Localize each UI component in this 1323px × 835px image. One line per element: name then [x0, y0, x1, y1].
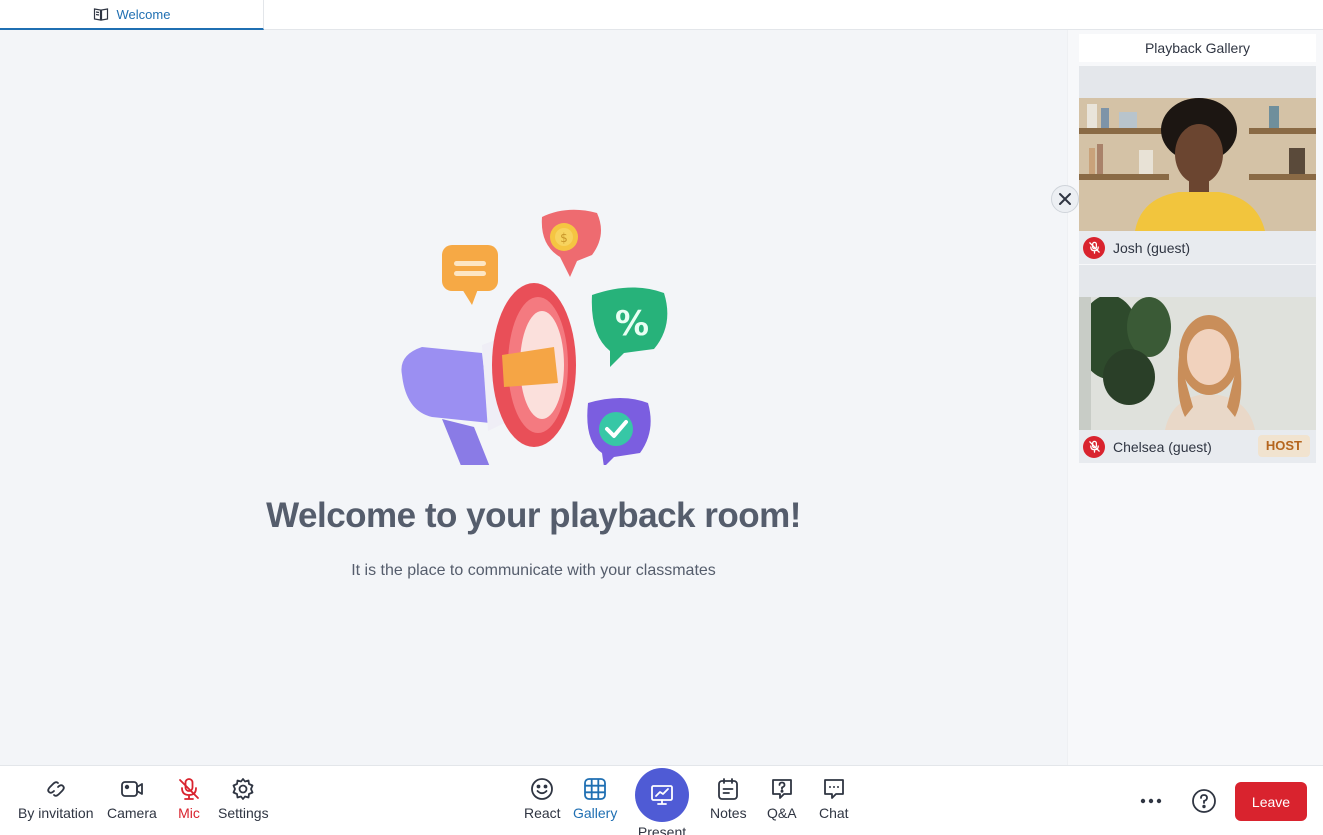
megaphone-icon [401, 283, 576, 465]
qa-label: Q&A [767, 805, 797, 821]
by-invitation-label: By invitation [18, 805, 94, 821]
camera-icon [120, 781, 143, 797]
mic-label: Mic [178, 805, 200, 821]
playback-gallery-panel: Playback Gallery Josh (guest) Chelsea (g… [1067, 30, 1323, 765]
mic-off-icon [1083, 236, 1105, 259]
qa-button[interactable]: Q&A [767, 776, 797, 821]
gear-icon [232, 778, 254, 800]
chat-label: Chat [819, 805, 849, 821]
participant-caption: Chelsea (guest) HOST [1079, 430, 1316, 463]
by-invitation-button[interactable]: By invitation [18, 776, 93, 821]
gallery-title: Playback Gallery [1079, 34, 1316, 62]
question-bubble-icon [771, 779, 792, 799]
help-button[interactable] [1191, 788, 1217, 814]
chat-button[interactable]: Chat [819, 776, 849, 821]
tab-welcome[interactable]: Welcome [0, 0, 264, 30]
camera-label: Camera [107, 805, 157, 821]
mic-button[interactable]: Mic [176, 776, 202, 821]
react-button[interactable]: React [524, 776, 561, 821]
settings-button[interactable]: Settings [218, 776, 269, 821]
gallery-label: Gallery [573, 805, 618, 821]
tab-label: Welcome [116, 6, 171, 22]
notes-icon [718, 778, 739, 800]
participant-caption: Josh (guest) [1079, 231, 1316, 264]
percent-bubble-icon: % [591, 287, 668, 367]
participant-video [1079, 98, 1316, 231]
welcome-title: Welcome to your playback room! [266, 496, 801, 535]
more-options-button[interactable] [1138, 788, 1164, 814]
book-icon [93, 8, 108, 21]
present-circle [635, 768, 689, 822]
notes-button[interactable]: Notes [710, 776, 747, 821]
host-badge: HOST [1257, 435, 1310, 457]
close-icon [1059, 193, 1071, 205]
leave-button[interactable]: Leave [1235, 782, 1307, 821]
presentation-icon [651, 785, 673, 805]
megaphone-illustration: $ % [401, 209, 668, 465]
coin-bubble-icon: $ [541, 209, 601, 277]
check-bubble-icon [587, 398, 651, 465]
settings-label: Settings [218, 805, 269, 821]
present-button[interactable]: Present [635, 768, 689, 835]
present-label: Present [637, 824, 687, 835]
notes-label: Notes [710, 805, 747, 821]
react-label: React [524, 805, 561, 821]
participant-name: Josh (guest) [1113, 239, 1191, 256]
grid-icon [584, 778, 607, 800]
svg-text:$: $ [560, 231, 568, 245]
chat-icon [823, 779, 844, 799]
speech-bubble-icon [442, 245, 498, 305]
participant-video [1079, 297, 1316, 430]
welcome-subtitle: It is the place to communicate with your… [351, 562, 716, 579]
camera-button[interactable]: Camera [107, 776, 157, 821]
participant-photo [1079, 297, 1316, 430]
mic-off-icon [179, 778, 199, 800]
help-icon [1192, 789, 1216, 813]
bottom-toolbar: By invitation Camera Mic Settings React … [0, 765, 1323, 835]
close-gallery-button[interactable] [1051, 185, 1079, 213]
participant-tile-chelsea[interactable]: Chelsea (guest) HOST [1079, 265, 1316, 463]
more-icon [1140, 798, 1162, 804]
smile-icon [531, 778, 554, 800]
main-stage: $ % Welcome to your playback room! It is… [0, 30, 1067, 765]
mic-off-icon [1083, 435, 1105, 458]
link-icon [47, 781, 65, 797]
participant-tile-josh[interactable]: Josh (guest) [1079, 66, 1316, 264]
gallery-button[interactable]: Gallery [573, 776, 617, 821]
participant-photo [1079, 98, 1316, 231]
participant-name: Chelsea (guest) [1113, 438, 1212, 455]
svg-text:%: % [615, 304, 649, 344]
tab-bar: Welcome [0, 0, 1323, 30]
